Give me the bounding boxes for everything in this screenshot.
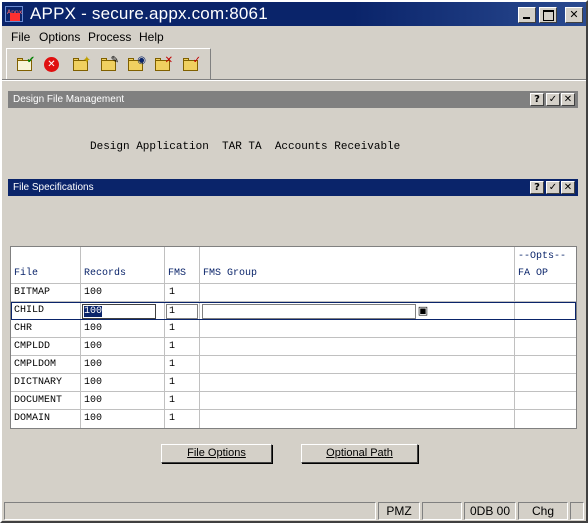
col-header-fa-op: FA OP [518, 268, 549, 279]
status-chg: Chg [518, 502, 568, 520]
menu-options[interactable]: Options [39, 30, 80, 44]
fms-input[interactable]: 1 [166, 304, 198, 319]
cancel-icon[interactable]: ✕ [42, 55, 62, 73]
close-button[interactable]: ✕ [565, 7, 583, 23]
cell-fms[interactable]: 1 [169, 413, 175, 424]
cell-records[interactable]: 100 [84, 377, 102, 388]
cell-fms[interactable]: 1 [169, 287, 175, 298]
ok-check-icon[interactable]: ✔ [15, 55, 35, 73]
cell-fms[interactable]: 1 [169, 377, 175, 388]
cell-records[interactable]: 100 [84, 359, 102, 370]
spec-panel-titlebar: File Specifications ? ✓ ✕ [8, 179, 578, 196]
cell-file[interactable]: CHR [14, 323, 32, 334]
cell-fms[interactable]: 1 [169, 341, 175, 352]
cell-records[interactable]: 100 [84, 395, 102, 406]
edit-folder-icon[interactable]: ✎ [99, 55, 119, 73]
cell-fms[interactable]: 1 [169, 323, 175, 334]
design-panel: Design Application TAR TA Accounts Recei… [8, 108, 578, 178]
toolbar: ✔ ✕ ✦ ✎ ◉ ✕ ✓ [6, 48, 211, 80]
design-panel-titlebar: Design File Management ? ✓ ✕ [8, 91, 578, 108]
optional-path-button[interactable]: Optional Path [301, 444, 418, 463]
col-header-records: Records [84, 268, 127, 279]
minimize-button[interactable] [518, 7, 536, 23]
menu-file[interactable]: File [11, 30, 30, 44]
window-title: APPX - secure.appx.com:8061 [30, 4, 268, 23]
col-header-fms-group: FMS Group [203, 268, 258, 279]
close-icon[interactable]: ✕ [561, 93, 575, 106]
col-header-file: File [14, 268, 39, 279]
menu-help[interactable]: Help [139, 30, 164, 44]
appx-logo-icon: Appx [5, 6, 23, 22]
file-spec-table: --Opts-- File Records FMS FMS Group FA O… [10, 246, 577, 429]
title-bar[interactable]: Appx APPX - secure.appx.com:8061 ✕ [2, 2, 586, 26]
menu-process[interactable]: Process [88, 30, 131, 44]
cell-file[interactable]: DOMAIN [14, 413, 50, 424]
file-options-button[interactable]: File Options [161, 444, 272, 463]
maximize-button[interactable] [539, 7, 557, 23]
cell-fms[interactable]: 1 [169, 359, 175, 370]
toolbar-divider [2, 79, 586, 81]
fms-group-input[interactable] [202, 304, 416, 319]
ok-check-icon[interactable]: ✓ [546, 181, 560, 194]
help-button[interactable]: ? [530, 93, 544, 106]
cell-file[interactable]: CMPLDOM [14, 359, 56, 370]
menu-bar: File Options Process Help [2, 27, 586, 46]
inspect-folder-icon[interactable]: ✓ [181, 55, 201, 73]
cell-records[interactable]: 100 [84, 341, 102, 352]
cell-file[interactable]: BITMAP [14, 287, 50, 298]
help-button[interactable]: ? [530, 181, 544, 194]
design-application-line: Design Application TAR TA Accounts Recei… [90, 141, 401, 153]
design-panel-title: Design File Management [13, 94, 125, 105]
status-mode: PMZ [378, 502, 420, 520]
cell-records[interactable]: 100 [84, 287, 102, 298]
inquire-folder-icon[interactable]: ◉ [126, 55, 146, 73]
opts-header: --Opts-- [518, 251, 567, 262]
status-bar: PMZ 0DB 00 Chg [2, 500, 586, 521]
new-folder-icon[interactable]: ✦ [71, 55, 91, 73]
cell-fms[interactable]: 1 [169, 395, 175, 406]
binoculars-icon[interactable]: ▣ [416, 304, 430, 318]
cell-records[interactable]: 100 [84, 413, 102, 424]
status-blank [422, 502, 462, 520]
close-icon[interactable]: ✕ [561, 181, 575, 194]
cell-file[interactable]: CHILD [14, 305, 44, 316]
cell-file[interactable]: CMPLDD [14, 341, 50, 352]
cell-file[interactable]: DICTNARY [14, 377, 62, 388]
cell-file[interactable]: DOCUMENT [14, 395, 62, 406]
records-input[interactable]: 100 [82, 304, 156, 319]
cell-records[interactable]: 100 [84, 323, 102, 334]
col-header-fms: FMS [168, 268, 187, 279]
size-grip[interactable] [570, 502, 584, 520]
delete-folder-icon[interactable]: ✕ [153, 55, 173, 73]
status-odb: 0DB 00 [464, 502, 516, 520]
status-message [4, 502, 376, 520]
ok-check-icon[interactable]: ✓ [546, 93, 560, 106]
spec-panel-title: File Specifications [13, 182, 94, 193]
